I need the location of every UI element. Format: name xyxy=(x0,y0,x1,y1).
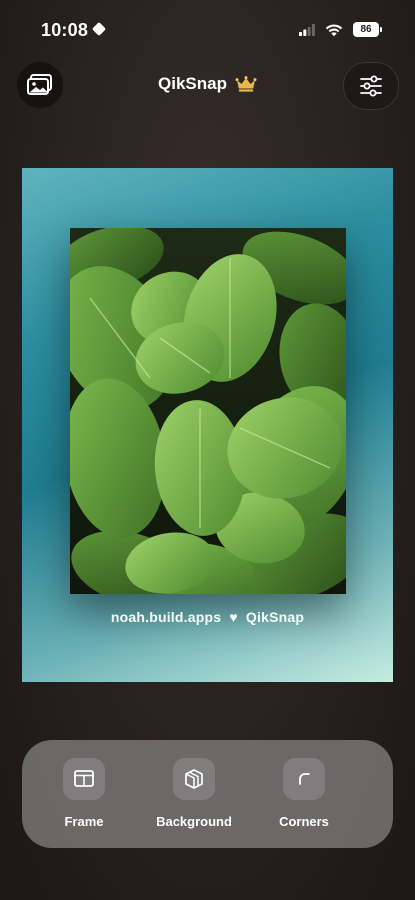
cellular-signal-icon xyxy=(299,23,315,36)
tool-corners[interactable]: Corners xyxy=(249,758,359,829)
background-icon-button[interactable] xyxy=(173,758,215,800)
tool-partial[interactable]: P xyxy=(359,758,393,829)
photo-caption: noah.build.apps ♥ QikSnap xyxy=(22,609,393,625)
status-indicators: 86 xyxy=(299,22,382,37)
header: QikSnap xyxy=(0,62,415,110)
battery-indicator: 86 xyxy=(353,22,382,37)
tool-frame[interactable]: Frame xyxy=(29,758,139,829)
caption-app: QikSnap xyxy=(245,609,305,625)
status-bar: 10:08 86 xyxy=(0,0,415,60)
tool-corners-label: Corners xyxy=(279,814,329,829)
frame-icon-button[interactable] xyxy=(63,758,105,800)
mint-leaves-photo[interactable] xyxy=(70,228,346,594)
photo-image xyxy=(70,228,346,594)
settings-button[interactable] xyxy=(343,62,399,110)
caption-user: noah.build.apps xyxy=(110,609,222,625)
wifi-icon xyxy=(325,24,343,36)
tool-background-label: Background xyxy=(156,814,232,829)
sliders-icon xyxy=(360,75,382,97)
corners-icon-button[interactable] xyxy=(283,758,325,800)
tool-background[interactable]: Background xyxy=(139,758,249,829)
corner-icon xyxy=(299,773,310,785)
tool-frame-label: Frame xyxy=(64,814,104,829)
crown-icon xyxy=(235,76,257,92)
app-name: QikSnap xyxy=(158,74,227,93)
status-time: 10:08 xyxy=(41,20,89,40)
edit-toolbar: Frame Background Corners P xyxy=(22,740,393,848)
cube-icon xyxy=(185,769,203,789)
preview-canvas[interactable]: noah.build.apps ♥ QikSnap xyxy=(22,168,393,682)
focus-mode-icon xyxy=(91,21,107,37)
frame-icon xyxy=(74,770,94,787)
heart-icon: ♥ xyxy=(229,609,238,625)
